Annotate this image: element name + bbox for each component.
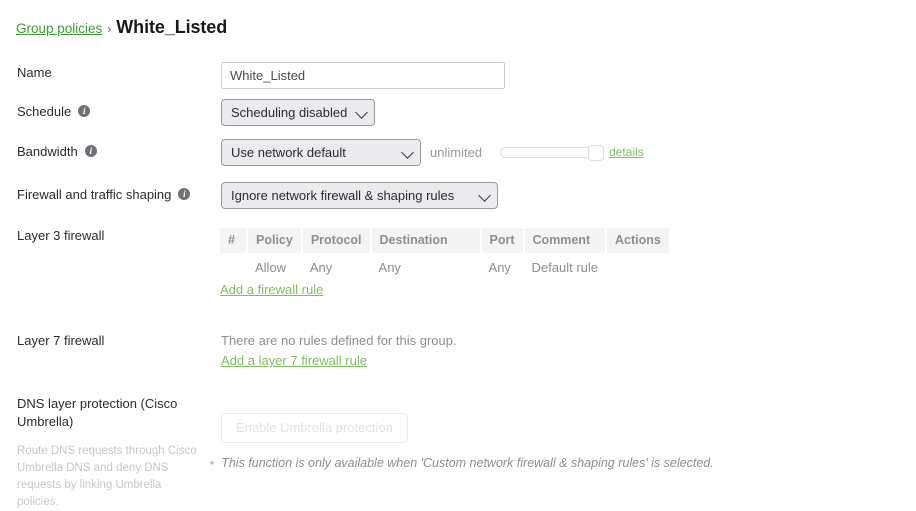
column-header-policy: Policy (247, 228, 302, 253)
label-name: Name (17, 65, 52, 80)
cell-actions (606, 253, 669, 281)
name-input[interactable] (221, 62, 505, 89)
breadcrumb-separator: › (107, 22, 111, 36)
info-icon[interactable]: i (78, 105, 90, 117)
label-bandwidth: Bandwidth i (17, 144, 97, 159)
info-icon[interactable]: i (178, 188, 190, 200)
table-header-row: # Policy Protocol Destination Port Comme… (220, 228, 669, 253)
breadcrumb: Group policies › White_Listed (16, 17, 227, 38)
enable-umbrella-protection-button: Enable Umbrella protection (221, 413, 408, 443)
group-policy-page: Group policies › White_Listed Name Sched… (0, 0, 916, 510)
add-firewall-rule-link[interactable]: Add a firewall rule (220, 282, 323, 297)
dns-protection-note-text: This function is only available when 'Cu… (221, 456, 714, 470)
table-row: Allow Any Any Any Default rule (220, 253, 669, 281)
column-header-num: # (220, 228, 247, 253)
bandwidth-slider-handle[interactable] (588, 145, 604, 161)
add-layer7-firewall-rule-link[interactable]: Add a layer 7 firewall rule (221, 353, 367, 368)
cell-destination: Any (371, 253, 481, 281)
bandwidth-select-value: Use network default (231, 145, 346, 160)
column-header-actions: Actions (606, 228, 669, 253)
schedule-select[interactable]: Scheduling disabled (221, 99, 375, 126)
label-layer7-firewall: Layer 7 firewall (17, 333, 104, 348)
bandwidth-limit-text: unlimited (430, 145, 482, 160)
info-icon[interactable]: i (85, 145, 97, 157)
layer3-firewall-table: # Policy Protocol Destination Port Comme… (220, 228, 669, 281)
chevron-down-icon (478, 189, 491, 202)
label-schedule-text: Schedule (17, 104, 71, 119)
firewall-shaping-select[interactable]: Ignore network firewall & shaping rules (221, 182, 498, 209)
cell-policy: Allow (247, 253, 302, 281)
bandwidth-details-link[interactable]: details (609, 145, 644, 159)
label-firewall-shaping: Firewall and traffic shaping i (17, 187, 190, 202)
column-header-comment: Comment (524, 228, 606, 253)
label-bandwidth-text: Bandwidth (17, 144, 78, 159)
chevron-down-icon (355, 106, 368, 119)
column-header-destination: Destination (371, 228, 481, 253)
page-title: White_Listed (116, 17, 227, 38)
cell-num (220, 253, 247, 281)
dns-protection-note: • This function is only available when 'C… (210, 456, 714, 470)
chevron-down-icon (401, 146, 414, 159)
cell-protocol: Any (302, 253, 371, 281)
cell-port: Any (481, 253, 524, 281)
bandwidth-slider[interactable] (500, 145, 602, 159)
firewall-shaping-select-value: Ignore network firewall & shaping rules (231, 188, 454, 203)
bandwidth-slider-track[interactable] (500, 147, 600, 158)
dns-protection-help-text: Route DNS requests through Cisco Umbrell… (17, 443, 197, 511)
layer7-empty-text: There are no rules defined for this grou… (221, 333, 457, 348)
bullet-icon: • (210, 456, 214, 470)
schedule-select-value: Scheduling disabled (231, 105, 347, 120)
label-dns-protection: DNS layer protection (Cisco Umbrella) (17, 395, 207, 431)
breadcrumb-link-group-policies[interactable]: Group policies (16, 21, 102, 36)
column-header-protocol: Protocol (302, 228, 371, 253)
label-schedule: Schedule i (17, 104, 90, 119)
bandwidth-select[interactable]: Use network default (221, 139, 421, 166)
column-header-port: Port (481, 228, 524, 253)
label-layer3-firewall: Layer 3 firewall (17, 228, 104, 243)
cell-comment: Default rule (524, 253, 606, 281)
label-firewall-shaping-text: Firewall and traffic shaping (17, 187, 171, 202)
